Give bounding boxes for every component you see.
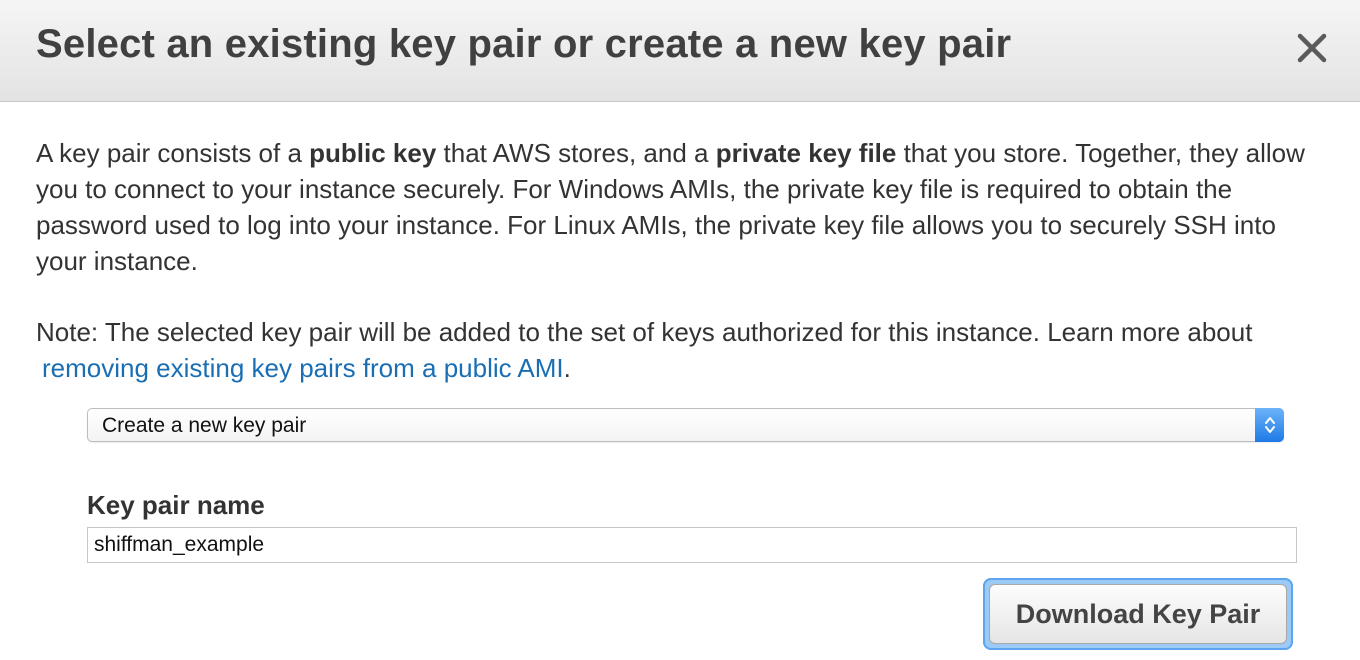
select-stepper[interactable] [1255,408,1284,442]
download-key-pair-button[interactable]: Download Key Pair [983,578,1293,650]
intro-private-key-file: private key file [715,138,897,168]
intro-paragraph: A key pair consists of a public key that… [36,135,1332,279]
key-pair-name-label: Key pair name [87,490,265,520]
download-key-pair-button-face: Download Key Pair [989,584,1287,644]
download-key-pair-label: Download Key Pair [1015,598,1261,629]
key-pair-name-input[interactable] [87,527,1297,563]
close-icon [1297,33,1327,63]
dialog-header: Select an existing key pair or create a … [0,0,1360,102]
intro-public-key: public key [309,138,437,168]
key-pair-select-value: Create a new key pair [102,414,307,437]
intro-text-2: that AWS stores, and a [436,138,716,168]
intro-text-1: A key pair consists of a [36,138,310,168]
note-text: Note: The selected key pair will be adde… [36,317,1253,347]
key-pair-dialog: Select an existing key pair or create a … [0,0,1360,660]
remove-key-pairs-link[interactable]: removing existing key pairs from a publi… [42,353,564,383]
note-paragraph: Note: The selected key pair will be adde… [36,314,1332,386]
up-down-arrows-icon [1264,417,1275,433]
dialog-title: Select an existing key pair or create a … [36,22,1012,66]
key-pair-select[interactable]: Create a new key pair [87,408,1284,442]
note-end: . [563,353,571,383]
close-button[interactable] [1290,26,1334,70]
